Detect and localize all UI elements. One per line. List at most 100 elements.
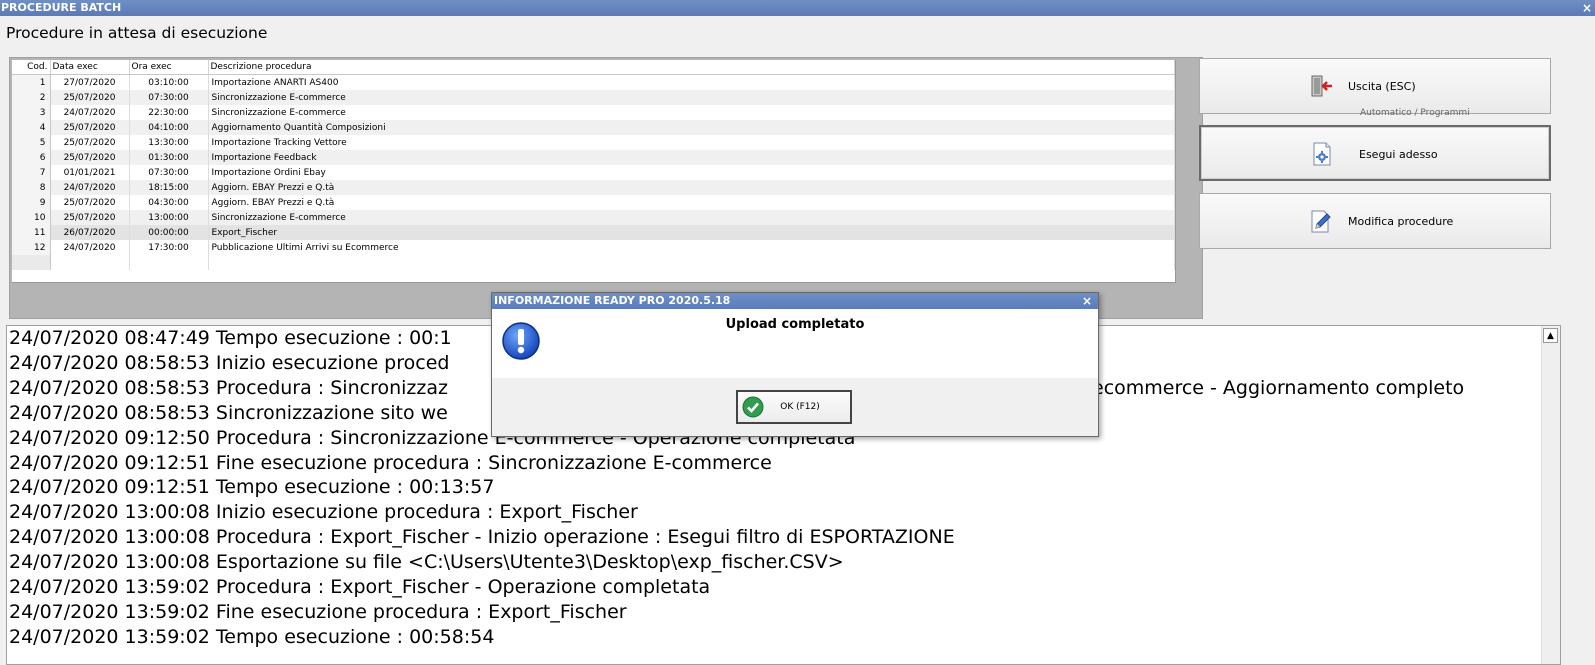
log-line: 24/07/2020 09:12:51 Fine esecuzione proc… [9, 451, 772, 474]
run-gear-icon [1313, 142, 1331, 166]
log-line-highlighted: 24/07/2020 13:59:02 Tempo esecuzione : 0… [9, 625, 495, 648]
cell-date: 01/01/2021 [50, 165, 130, 180]
cell-time: 04:10:00 [129, 120, 209, 135]
page-heading: Procedure in attesa di esecuzione [6, 24, 268, 42]
cell-date: 24/07/2020 [50, 240, 130, 255]
col-header-description[interactable]: Descrizione procedura [208, 60, 1175, 75]
col-header-date[interactable]: Data exec [50, 60, 130, 75]
cell-description: Importazione ANARTI AS400 [208, 74, 1175, 90]
ok-button[interactable]: OK (F12) [736, 390, 852, 424]
cell-date [50, 255, 130, 270]
table-row[interactable]: 1 27/07/2020 03:10:00 Importazione ANARTI A… [12, 74, 1175, 90]
cell-date: 25/07/2020 [50, 210, 130, 225]
edit-procedures-button-label: Modifica procedure [1348, 215, 1454, 228]
cell-description: Sincronizzazione E-commerce [208, 105, 1175, 120]
cell-date: 27/07/2020 [50, 74, 130, 90]
cell-description [208, 255, 1175, 270]
dialog-titlebar: INFORMAZIONE READY PRO 2020.5.18 × [492, 293, 1098, 309]
cell-description: Importazione Feedback [208, 150, 1175, 165]
log-line-text: 24/07/2020 08:58:53 Procedura : Sincroni… [9, 376, 448, 399]
log-line: 24/07/2020 13:00:08 Procedura : Export_F… [9, 526, 955, 549]
cell-time: 07:30:00 [129, 165, 209, 180]
log-scrollbar[interactable]: ▲ [1541, 326, 1560, 664]
cell-cod: 7 [12, 165, 51, 180]
cell-cod: 11 [12, 225, 51, 240]
log-line: 24/07/2020 13:00:08 Esportazione su file… [9, 551, 844, 574]
cell-description: Aggiorn. EBAY Prezzi e Q.tà [208, 180, 1175, 195]
cell-date: 25/07/2020 [50, 120, 130, 135]
col-header-cod[interactable]: Cod. [12, 60, 51, 75]
cell-time: 01:30:00 [129, 150, 209, 165]
dialog-footer: OK (F12) [492, 378, 1098, 436]
cell-cod: 12 [12, 240, 51, 255]
cell-time: 13:00:00 [129, 210, 209, 225]
cell-description: Importazione Ordini Ebay [208, 165, 1175, 180]
cell-cod: 5 [12, 135, 51, 150]
table-row[interactable]: 4 25/07/2020 04:10:00 Aggiornamento Quantit… [12, 120, 1175, 135]
log-line-continuation: ecommerce - Aggiornamento completo [1092, 376, 1465, 399]
cell-time: 00:00:00 [129, 225, 209, 240]
table-row[interactable]: 3 24/07/2020 22:30:00 Sincronizzazione E-co… [12, 105, 1175, 120]
cell-time: 04:30:00 [129, 195, 209, 210]
cell-description: Sincronizzazione E-commerce [208, 90, 1175, 105]
table-row[interactable]: 9 25/07/2020 04:30:00 Aggiorn. EBAY Prezzi … [12, 195, 1175, 210]
log-line: 24/07/2020 13:59:02 Fine esecuzione proc… [9, 600, 627, 623]
cell-description: Pubblicazione Ultimi Arrivi su Ecommerce [208, 240, 1175, 255]
cell-description: Sincronizzazione E-commerce [208, 210, 1175, 225]
dialog-title: INFORMAZIONE READY PRO 2020.5.18 [494, 294, 731, 307]
procedures-grid[interactable]: Cod. Data exec Ora exec Descrizione proc… [12, 60, 1176, 283]
info-dialog: INFORMAZIONE READY PRO 2020.5.18 × Uploa… [491, 292, 1099, 437]
cell-date: 25/07/2020 [50, 150, 130, 165]
table-row[interactable]: 7 01/01/2021 07:30:00 Importazione Ordini E… [12, 165, 1175, 180]
window-titlebar: PROCEDURE BATCH × [0, 0, 1595, 16]
dialog-close-button[interactable]: × [1082, 293, 1092, 309]
window-title: PROCEDURE BATCH [1, 1, 122, 14]
table-row-selected[interactable]: 11 26/07/2020 00:00:00 Export_Fischer [12, 225, 1175, 240]
cell-cod: 1 [12, 74, 51, 90]
run-now-button-label: Esegui adesso [1359, 148, 1438, 161]
run-now-button[interactable]: Esegui adesso [1199, 125, 1551, 181]
cell-time [129, 255, 209, 270]
cell-date: 24/07/2020 [50, 105, 130, 120]
table-row[interactable]: 10 25/07/2020 13:00:00 Sincronizzazione E-c… [12, 210, 1175, 225]
cell-cod: 10 [12, 210, 51, 225]
cell-time: 13:30:00 [129, 135, 209, 150]
table-row[interactable]: 8 24/07/2020 18:15:00 Aggiorn. EBAY Prezzi … [12, 180, 1175, 195]
exit-button[interactable]: Uscita (ESC) [1199, 58, 1551, 114]
scroll-up-arrow-icon[interactable]: ▲ [1543, 328, 1558, 343]
col-header-time[interactable]: Ora exec [129, 60, 209, 75]
table-row[interactable]: 6 25/07/2020 01:30:00 Importazione Feedback [12, 150, 1175, 165]
cell-time: 07:30:00 [129, 90, 209, 105]
dialog-message: Upload completato [725, 317, 865, 332]
cell-cod: 4 [12, 120, 51, 135]
cell-date: 25/07/2020 [50, 90, 130, 105]
cell-date: 24/07/2020 [50, 180, 130, 195]
cell-description: Importazione Tracking Vettore [208, 135, 1175, 150]
edit-pencil-icon [1311, 210, 1331, 233]
table-row[interactable]: 5 25/07/2020 13:30:00 Importazione Tracking… [12, 135, 1175, 150]
cell-time: 17:30:00 [129, 240, 209, 255]
edit-procedures-button[interactable]: Modifica procedure [1199, 193, 1551, 249]
cell-date: 25/07/2020 [50, 135, 130, 150]
log-line: 24/07/2020 09:12:51 Tempo esecuzione : 0… [9, 476, 495, 499]
cell-description: Aggiorn. EBAY Prezzi e Q.tà [208, 195, 1175, 210]
cell-description: Export_Fischer [208, 225, 1175, 240]
cell-time: 03:10:00 [129, 74, 209, 90]
procedures-grid-panel: Cod. Data exec Ora exec Descrizione proc… [9, 57, 1203, 319]
exit-button-label: Uscita (ESC) [1348, 80, 1416, 93]
cell-cod [12, 255, 51, 270]
cell-time: 18:15:00 [129, 180, 209, 195]
cell-description: Aggiornamento Quantità Composizioni [208, 120, 1175, 135]
cell-cod: 3 [12, 105, 51, 120]
ok-button-label: OK (F12) [780, 402, 820, 412]
cell-cod: 9 [12, 195, 51, 210]
cell-time: 22:30:00 [129, 105, 209, 120]
table-row[interactable]: 12 24/07/2020 17:30:00 Pubblicazione Ultimi… [12, 240, 1175, 255]
cell-date: 26/07/2020 [50, 225, 130, 240]
cell-cod: 8 [12, 180, 51, 195]
window-close-button[interactable]: × [1582, 0, 1592, 16]
table-row-empty[interactable] [12, 255, 1175, 270]
table-row[interactable]: 2 25/07/2020 07:30:00 Sincronizzazione E-co… [12, 90, 1175, 105]
hidden-label-fragment: Automatico / Programmi [1360, 108, 1470, 118]
log-line: 24/07/2020 13:59:02 Procedura : Export_F… [9, 576, 711, 599]
